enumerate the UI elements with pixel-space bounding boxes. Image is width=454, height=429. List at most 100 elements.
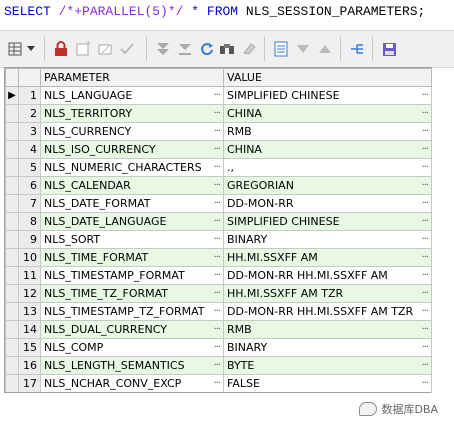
cell-ellipsis-button[interactable]: ··· xyxy=(421,88,428,104)
lock-icon[interactable] xyxy=(52,40,70,58)
cell-parameter[interactable]: NLS_TERRITORY ··· xyxy=(40,104,224,123)
cell-parameter[interactable]: NLS_CALENDAR ··· xyxy=(40,176,224,195)
table-row[interactable]: 8 NLS_DATE_LANGUAGE ··· SIMPLIFIED CHINESE ·… xyxy=(5,212,432,231)
table-row[interactable]: 17 NLS_NCHAR_CONV_EXCP ··· FALSE ··· xyxy=(5,374,432,393)
row-indicator[interactable] xyxy=(5,194,19,213)
cell-parameter[interactable]: NLS_NCHAR_CONV_EXCP ··· xyxy=(40,374,224,393)
table-row[interactable]: 2 NLS_TERRITORY ··· CHINA ··· xyxy=(5,104,432,123)
cell-ellipsis-button[interactable]: ··· xyxy=(421,340,428,356)
cell-ellipsis-button[interactable]: ··· xyxy=(421,268,428,284)
cell-ellipsis-button[interactable]: ··· xyxy=(421,358,428,374)
filter-up-icon[interactable] xyxy=(316,40,334,58)
cell-parameter[interactable]: NLS_ISO_CURRENCY ··· xyxy=(40,140,224,159)
table-row[interactable]: 3 NLS_CURRENCY ··· RMB ··· xyxy=(5,122,432,141)
cell-parameter[interactable]: NLS_TIMESTAMP_FORMAT ··· xyxy=(40,266,224,285)
cell-parameter[interactable]: NLS_COMP ··· xyxy=(40,338,224,357)
row-indicator[interactable]: ▶ xyxy=(5,86,19,105)
cell-ellipsis-button[interactable]: ··· xyxy=(213,268,220,284)
first-record-icon[interactable] xyxy=(154,40,172,58)
cell-value[interactable]: DD-MON-RR ··· xyxy=(223,194,432,213)
cell-value[interactable]: DD-MON-RR HH.MI.SSXFF AM TZR ··· xyxy=(223,302,432,321)
filter-down-icon[interactable] xyxy=(294,40,312,58)
cell-value[interactable]: SIMPLIFIED CHINESE ··· xyxy=(223,212,432,231)
cell-ellipsis-button[interactable]: ··· xyxy=(213,106,220,122)
cell-ellipsis-button[interactable]: ··· xyxy=(213,142,220,158)
post-icon[interactable] xyxy=(118,40,136,58)
cell-value[interactable]: FALSE ··· xyxy=(223,374,432,393)
table-row[interactable]: ▶ 1 NLS_LANGUAGE ··· SIMPLIFIED CHINESE ··· xyxy=(5,86,432,105)
cell-ellipsis-button[interactable]: ··· xyxy=(213,286,220,302)
find-icon[interactable] xyxy=(218,40,236,58)
cell-ellipsis-button[interactable]: ··· xyxy=(213,376,220,392)
row-indicator[interactable] xyxy=(5,248,19,267)
row-indicator[interactable] xyxy=(5,266,19,285)
table-row[interactable]: 14 NLS_DUAL_CURRENCY ··· RMB ··· xyxy=(5,320,432,339)
row-indicator[interactable] xyxy=(5,356,19,375)
table-row[interactable]: 15 NLS_COMP ··· BINARY ··· xyxy=(5,338,432,357)
cell-value[interactable]: HH.MI.SSXFF AM ··· xyxy=(223,248,432,267)
cell-value[interactable]: HH.MI.SSXFF AM TZR ··· xyxy=(223,284,432,303)
save-icon[interactable] xyxy=(380,40,398,58)
table-row[interactable]: 11 NLS_TIMESTAMP_FORMAT ··· DD-MON-RR HH.MI… xyxy=(5,266,432,285)
cell-ellipsis-button[interactable]: ··· xyxy=(213,358,220,374)
table-row[interactable]: 7 NLS_DATE_FORMAT ··· DD-MON-RR ··· xyxy=(5,194,432,213)
sql-editor[interactable]: SELECT /*+PARALLEL(5)*/ * FROM NLS_SESSI… xyxy=(4,3,450,25)
cell-parameter[interactable]: NLS_TIME_FORMAT ··· xyxy=(40,248,224,267)
table-row[interactable]: 13 NLS_TIMESTAMP_TZ_FORMAT ··· DD-MON-RR HH… xyxy=(5,302,432,321)
cell-parameter[interactable]: NLS_DUAL_CURRENCY ··· xyxy=(40,320,224,339)
cell-value[interactable]: CHINA ··· xyxy=(223,140,432,159)
clear-icon[interactable] xyxy=(240,40,258,58)
cell-ellipsis-button[interactable]: ··· xyxy=(421,376,428,392)
cell-ellipsis-button[interactable]: ··· xyxy=(421,214,428,230)
export-icon[interactable] xyxy=(272,40,290,58)
cell-parameter[interactable]: NLS_NUMERIC_CHARACTERS ··· xyxy=(40,158,224,177)
cell-parameter[interactable]: NLS_DATE_FORMAT ··· xyxy=(40,194,224,213)
cell-ellipsis-button[interactable]: ··· xyxy=(421,178,428,194)
cell-ellipsis-button[interactable]: ··· xyxy=(213,340,220,356)
cell-ellipsis-button[interactable]: ··· xyxy=(213,214,220,230)
results-grid[interactable]: PARAMETER VALUE ▶ 1 NLS_LANGUAGE ··· SIMPLIF… xyxy=(4,67,432,393)
column-header-value[interactable]: VALUE xyxy=(223,68,432,87)
cell-ellipsis-button[interactable]: ··· xyxy=(421,124,428,140)
row-indicator[interactable] xyxy=(5,158,19,177)
cell-ellipsis-button[interactable]: ··· xyxy=(213,124,220,140)
link-icon[interactable] xyxy=(348,40,366,58)
cell-ellipsis-button[interactable]: ··· xyxy=(213,196,220,212)
cell-ellipsis-button[interactable]: ··· xyxy=(421,160,428,176)
cell-ellipsis-button[interactable]: ··· xyxy=(421,250,428,266)
last-record-icon[interactable] xyxy=(176,40,194,58)
cell-ellipsis-button[interactable]: ··· xyxy=(421,142,428,158)
row-indicator[interactable] xyxy=(5,302,19,321)
table-row[interactable]: 5 NLS_NUMERIC_CHARACTERS ···., ··· xyxy=(5,158,432,177)
cell-value[interactable]: BINARY ··· xyxy=(223,230,432,249)
cell-parameter[interactable]: NLS_DATE_LANGUAGE ··· xyxy=(40,212,224,231)
table-row[interactable]: 16 NLS_LENGTH_SEMANTICS ··· BYTE ··· xyxy=(5,356,432,375)
cell-value[interactable]: BYTE ··· xyxy=(223,356,432,375)
table-row[interactable]: 12 NLS_TIME_TZ_FORMAT ··· HH.MI.SSXFF AM TZ… xyxy=(5,284,432,303)
cell-ellipsis-button[interactable]: ··· xyxy=(421,232,428,248)
cell-value[interactable]: ., ··· xyxy=(223,158,432,177)
row-indicator[interactable] xyxy=(5,122,19,141)
cell-ellipsis-button[interactable]: ··· xyxy=(213,232,220,248)
cell-parameter[interactable]: NLS_SORT ··· xyxy=(40,230,224,249)
cell-value[interactable]: CHINA ··· xyxy=(223,104,432,123)
cell-value[interactable]: SIMPLIFIED CHINESE ··· xyxy=(223,86,432,105)
cell-ellipsis-button[interactable]: ··· xyxy=(213,322,220,338)
delete-record-icon[interactable] xyxy=(96,40,114,58)
refresh-icon[interactable] xyxy=(198,40,216,58)
cell-value[interactable]: GREGORIAN ··· xyxy=(223,176,432,195)
row-indicator[interactable] xyxy=(5,284,19,303)
table-row[interactable]: 6 NLS_CALENDAR ··· GREGORIAN ··· xyxy=(5,176,432,195)
cell-parameter[interactable]: NLS_TIMESTAMP_TZ_FORMAT ··· xyxy=(40,302,224,321)
row-indicator[interactable] xyxy=(5,212,19,231)
cell-parameter[interactable]: NLS_LANGUAGE ··· xyxy=(40,86,224,105)
cell-ellipsis-button[interactable]: ··· xyxy=(421,304,428,320)
table-row[interactable]: 9 NLS_SORT ··· BINARY ··· xyxy=(5,230,432,249)
cell-ellipsis-button[interactable]: ··· xyxy=(421,322,428,338)
cell-value[interactable]: RMB ··· xyxy=(223,122,432,141)
dropdown-arrow-icon[interactable] xyxy=(26,40,36,58)
cell-ellipsis-button[interactable]: ··· xyxy=(213,88,220,104)
cell-ellipsis-button[interactable]: ··· xyxy=(421,106,428,122)
cell-value[interactable]: DD-MON-RR HH.MI.SSXFF AM ··· xyxy=(223,266,432,285)
column-header-parameter[interactable]: PARAMETER xyxy=(40,68,224,87)
